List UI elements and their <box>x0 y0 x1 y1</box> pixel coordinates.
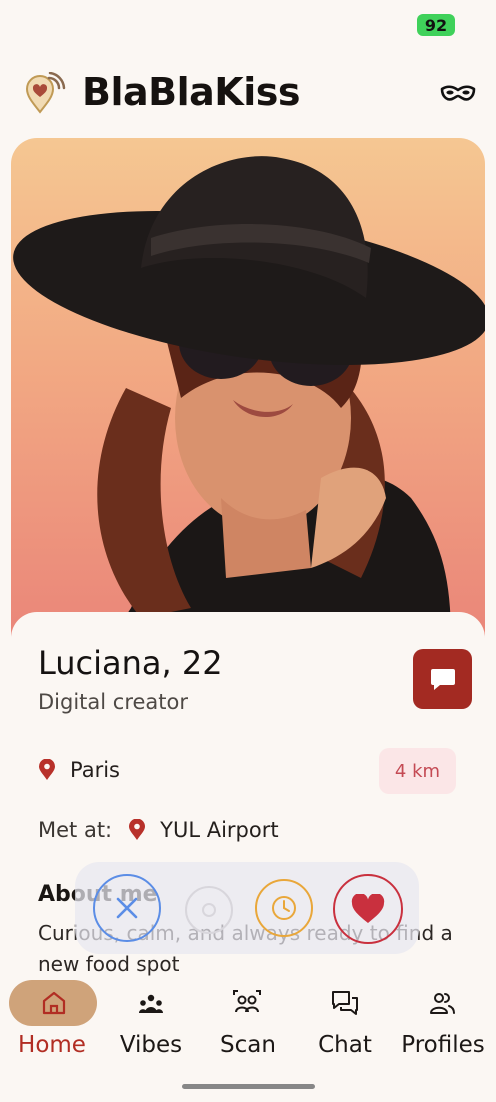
nav-item-scan[interactable]: Scan <box>200 978 296 1068</box>
home-indicator <box>182 1084 315 1089</box>
chat-icon <box>332 991 358 1015</box>
heart-icon <box>351 894 385 923</box>
met-at-place: YUL Airport <box>160 818 279 842</box>
nav-label-chat: Chat <box>318 1032 372 1058</box>
app-header: BlaBlaKiss <box>0 62 496 126</box>
profile-occupation: Digital creator <box>38 690 189 714</box>
message-button[interactable] <box>413 649 472 709</box>
vibes-icon <box>139 994 163 1013</box>
swipe-action-bar <box>75 862 419 954</box>
scan-icon <box>233 990 261 1013</box>
nav-label-scan: Scan <box>220 1032 276 1058</box>
later-button[interactable] <box>255 879 313 937</box>
distance-badge: 4 km <box>379 748 456 794</box>
clock-icon <box>272 896 296 920</box>
message-icon <box>430 669 455 690</box>
nav-item-profiles[interactable]: Profiles <box>393 978 493 1068</box>
location-heart-icon <box>25 72 66 114</box>
nav-label-profiles: Profiles <box>401 1032 485 1058</box>
status-bar: 92 <box>0 0 496 48</box>
location-city: Paris <box>70 758 120 782</box>
rewind-button[interactable] <box>185 886 233 934</box>
pass-button[interactable] <box>93 874 161 942</box>
profiles-icon <box>430 993 455 1014</box>
app-title: BlaBlaKiss <box>82 70 300 114</box>
nav-item-chat[interactable]: Chat <box>297 978 393 1068</box>
battery-indicator: 92 <box>417 14 455 36</box>
profile-card[interactable]: Luciana, 22 Digital creator Paris 4 km M… <box>11 138 485 978</box>
nav-item-vibes[interactable]: Vibes <box>103 978 199 1068</box>
like-button[interactable] <box>333 874 403 944</box>
close-icon <box>116 897 138 919</box>
nav-item-home[interactable]: Home <box>0 978 97 1068</box>
met-at-label: Met at: <box>38 818 113 842</box>
mask-icon[interactable] <box>440 80 476 108</box>
nav-label-home: Home <box>18 1032 86 1058</box>
location-pin-icon <box>129 819 146 840</box>
bottom-nav: Home Vibes Scan Chat Profiles <box>0 978 496 1068</box>
location-row: Paris <box>38 758 120 782</box>
rewind-icon <box>202 903 216 917</box>
location-pin-icon <box>39 759 55 780</box>
met-at-row: Met at: YUL Airport <box>38 818 279 842</box>
profile-name-age: Luciana, 22 <box>38 644 223 682</box>
profile-photo <box>11 138 485 638</box>
home-icon <box>42 991 66 1015</box>
nav-label-vibes: Vibes <box>119 1032 183 1058</box>
